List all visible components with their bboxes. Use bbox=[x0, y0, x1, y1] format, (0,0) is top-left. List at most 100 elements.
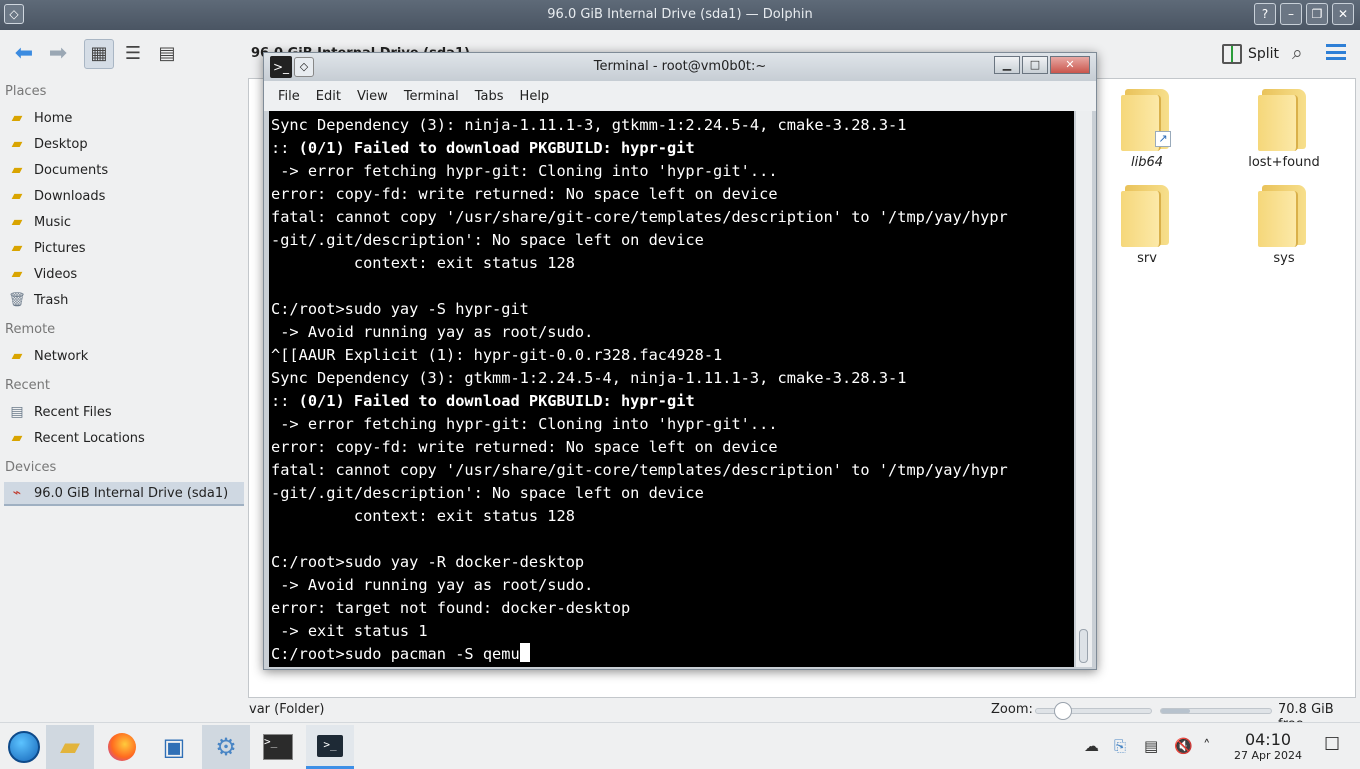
folder-item-srv[interactable]: srv bbox=[1087, 185, 1207, 266]
places-item-pictures[interactable]: ▰ Pictures bbox=[4, 236, 244, 260]
maximize-button[interactable]: ❐ bbox=[1306, 3, 1328, 25]
terminal-minimize-button[interactable]: ▁ bbox=[994, 56, 1020, 74]
tray-expand-icon[interactable]: ˄ bbox=[1203, 737, 1211, 755]
split-button[interactable]: Split bbox=[1222, 39, 1279, 69]
terminal-line: -> Avoid running yay as root/sudo. bbox=[271, 323, 594, 341]
places-item-downloads[interactable]: ▰ Downloads bbox=[4, 184, 244, 208]
icons-view-icon[interactable]: ▦ bbox=[84, 39, 114, 69]
terminal-scrollbar[interactable] bbox=[1076, 111, 1092, 667]
terminal-titlebar[interactable]: >_ ◇ Terminal - root@vm0b0t:~ ▁ □ ✕ bbox=[264, 53, 1096, 81]
places-item-desktop[interactable]: ▰ Desktop bbox=[4, 132, 244, 156]
videos-folder-icon: ▰ bbox=[11, 266, 23, 282]
firefox-icon bbox=[108, 733, 136, 761]
menu-terminal[interactable]: Terminal bbox=[396, 89, 467, 104]
clock-time: 04:10 bbox=[1244, 730, 1292, 749]
terminal-maximize-button[interactable]: □ bbox=[1022, 56, 1048, 74]
taskbar-software-installer[interactable]: ⚙ bbox=[202, 725, 250, 769]
taskbar-file-manager[interactable]: ▰ bbox=[46, 725, 94, 769]
folder-icon bbox=[1258, 89, 1310, 151]
places-item-network[interactable]: ▰ Network bbox=[4, 344, 244, 368]
menu-tabs[interactable]: Tabs bbox=[467, 89, 512, 104]
folder-icon: ▰ bbox=[60, 732, 80, 762]
recent-files-icon: ▤ bbox=[10, 404, 24, 420]
taskbar-firefox[interactable] bbox=[98, 725, 146, 769]
help-button[interactable]: ? bbox=[1254, 3, 1276, 25]
taskbar-terminal-window[interactable]: >_ bbox=[306, 725, 354, 769]
terminal-line: error: target not found: docker-desktop bbox=[271, 599, 631, 617]
documents-folder-icon: ▰ bbox=[11, 162, 23, 178]
places-panel: Places ▰ Home ▰ Desktop ▰ Documents ▰ Downlo… bbox=[0, 78, 248, 698]
back-arrow-icon[interactable]: ⬅ bbox=[10, 40, 38, 68]
menu-help[interactable]: Help bbox=[512, 89, 558, 104]
status-text: var (Folder) bbox=[249, 702, 325, 717]
terminal-line: C:/root>sudo yay -S hypr-git bbox=[271, 300, 529, 318]
dolphin-window-title: 96.0 GiB Internal Drive (sda1) — Dolphin bbox=[547, 7, 813, 22]
hamburger-menu-icon[interactable] bbox=[1326, 44, 1346, 60]
places-item-internal-drive[interactable]: ⌁ 96.0 GiB Internal Drive (sda1) bbox=[4, 482, 244, 506]
terminal-line: :: (0/1) Failed to download PKGBUILD: hy… bbox=[271, 139, 695, 157]
menu-edit[interactable]: Edit bbox=[308, 89, 349, 104]
drive-icon: ⌁ bbox=[12, 485, 22, 501]
downloads-folder-icon: ▰ bbox=[11, 188, 23, 204]
terminal-output[interactable]: Sync Dependency (3): ninja-1.11.1-3, gtk… bbox=[269, 111, 1074, 667]
window-menu-icon[interactable]: ◇ bbox=[4, 4, 24, 24]
places-item-documents[interactable]: ▰ Documents bbox=[4, 158, 244, 182]
folder-item-lib64[interactable]: ↗ lib64 bbox=[1087, 89, 1207, 170]
close-button[interactable]: ✕ bbox=[1332, 3, 1354, 25]
terminal-line: Sync Dependency (3): gtkmm-1:2.24.5-4, n… bbox=[271, 369, 907, 387]
places-header: Places bbox=[5, 84, 47, 99]
places-item-home[interactable]: ▰ Home bbox=[4, 106, 244, 130]
zoom-slider-handle[interactable] bbox=[1054, 702, 1073, 720]
zoom-label: Zoom: bbox=[991, 702, 1033, 717]
remote-header: Remote bbox=[5, 322, 56, 337]
terminal-window-title: Terminal - root@vm0b0t:~ bbox=[593, 59, 767, 74]
taskbar-system-settings[interactable]: ▣ bbox=[150, 725, 198, 769]
clock[interactable]: 04:10 27 Apr 2024 bbox=[1230, 731, 1306, 763]
package-icon: ⚙ bbox=[215, 733, 237, 761]
devices-header: Devices bbox=[5, 460, 57, 475]
search-icon[interactable]: ⌕ bbox=[1292, 42, 1303, 64]
recent-locations-icon: ▰ bbox=[11, 430, 23, 446]
terminal-app-icon[interactable]: >_ bbox=[270, 56, 292, 78]
terminal-line: Sync Dependency (3): ninja-1.11.1-3, gtk… bbox=[271, 116, 907, 134]
menu-file[interactable]: File bbox=[270, 89, 308, 104]
free-space-fill bbox=[1161, 709, 1190, 713]
terminal-line: -git/.git/description': No space left on… bbox=[271, 484, 704, 502]
symlink-icon: ↗ bbox=[1155, 131, 1171, 147]
volume-muted-icon[interactable]: 🔇 bbox=[1174, 737, 1193, 755]
places-item-videos[interactable]: ▰ Videos bbox=[4, 262, 244, 286]
cloud-sync-icon[interactable]: ☁ bbox=[1084, 737, 1099, 755]
places-item-recent-locations[interactable]: ▰ Recent Locations bbox=[4, 426, 244, 450]
show-desktop-icon[interactable]: ☐ bbox=[1324, 734, 1340, 755]
start-menu-button[interactable] bbox=[0, 725, 48, 769]
window-menu-icon[interactable]: ◇ bbox=[294, 57, 314, 77]
folder-item-lost-found[interactable]: lost+found bbox=[1224, 89, 1344, 170]
places-item-trash[interactable]: 🗑 Trash bbox=[4, 288, 244, 312]
clipboard-icon[interactable]: ⎘ bbox=[1114, 737, 1126, 755]
details-view-icon[interactable]: ▤ bbox=[152, 39, 182, 69]
places-item-recent-files[interactable]: ▤ Recent Files bbox=[4, 400, 244, 424]
minimize-button[interactable]: – bbox=[1280, 3, 1302, 25]
trash-icon: 🗑 bbox=[8, 292, 26, 308]
folder-item-sys[interactable]: sys bbox=[1224, 185, 1344, 266]
split-label: Split bbox=[1248, 46, 1280, 62]
terminal-line: -> exit status 1 bbox=[271, 622, 428, 640]
text-cursor bbox=[519, 643, 530, 662]
network-folder-icon: ▰ bbox=[11, 348, 23, 364]
terminal-close-button[interactable]: ✕ bbox=[1050, 56, 1090, 74]
compact-view-icon[interactable]: ☰ bbox=[118, 39, 148, 69]
terminal-line: -> error fetching hypr-git: Cloning into… bbox=[271, 415, 778, 433]
zoom-slider[interactable] bbox=[1035, 702, 1152, 720]
terminal-line: fatal: cannot copy '/usr/share/git-core/… bbox=[271, 208, 1008, 226]
menu-view[interactable]: View bbox=[349, 89, 396, 104]
scrollbar-thumb[interactable] bbox=[1079, 629, 1088, 663]
forward-arrow-icon[interactable]: ➡ bbox=[44, 40, 72, 68]
taskbar-terminal-emulator[interactable]: >_ bbox=[254, 725, 302, 769]
notes-icon[interactable]: ▤ bbox=[1144, 737, 1158, 755]
places-item-music[interactable]: ▰ Music bbox=[4, 210, 244, 234]
terminal-window[interactable]: >_ ◇ Terminal - root@vm0b0t:~ ▁ □ ✕ File… bbox=[263, 52, 1097, 670]
dolphin-titlebar: ◇ 96.0 GiB Internal Drive (sda1) — Dolph… bbox=[0, 0, 1360, 30]
home-folder-icon: ▰ bbox=[11, 110, 23, 126]
terminal-line: error: copy-fd: write returned: No space… bbox=[271, 438, 778, 456]
